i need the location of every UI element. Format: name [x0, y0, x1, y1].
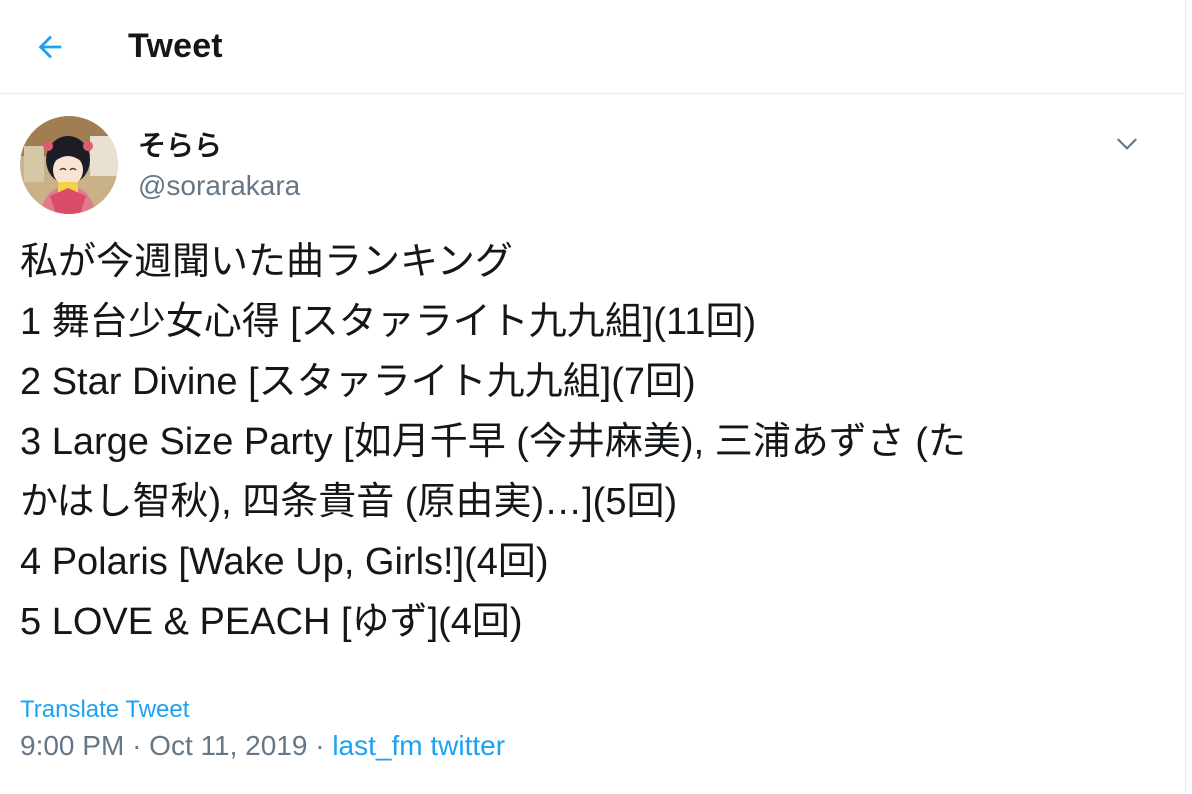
- tweet-line: 4 Polaris [Wake Up, Girls!](4回): [20, 541, 549, 583]
- more-options-button[interactable]: [1107, 124, 1147, 164]
- tweet-line: 私が今週聞いた曲ランキング: [20, 241, 513, 283]
- page-header: Tweet: [0, 0, 1185, 94]
- tweet-author: そらら @sorarakara: [20, 116, 1165, 216]
- tweet-page: Tweet そらら @sorarakara 私が今週聞いた曲ランキング 1 舞台…: [0, 0, 1186, 794]
- tweet-text: 私が今週聞いた曲ランキング 1 舞台少女心得 [スタァライト九九組](11回) …: [20, 232, 1170, 652]
- tweet-source-link[interactable]: last_fm twitter: [332, 730, 505, 761]
- page-title: Tweet: [128, 27, 223, 65]
- chevron-down-icon: [1117, 138, 1137, 150]
- avatar[interactable]: [20, 116, 118, 214]
- display-name[interactable]: そらら: [138, 128, 300, 164]
- back-button[interactable]: [20, 17, 80, 77]
- tweet-line: 1 舞台少女心得 [スタァライト九九組](11回): [20, 301, 757, 343]
- tweet-line: かはし智秋), 四条貴音 (原由実)…](5回): [20, 481, 678, 523]
- tweet-time[interactable]: 9:00 PM: [20, 730, 124, 761]
- meta-separator: ·: [132, 730, 142, 761]
- back-arrow-icon: [38, 35, 62, 58]
- meta-separator: ·: [315, 730, 325, 761]
- tweet-line: 2 Star Divine [スタァライト九九組](7回): [20, 361, 696, 403]
- author-names: そらら @sorarakara: [138, 128, 300, 204]
- tweet-line: 3 Large Size Party [如月千早 (今井麻美), 三浦あずさ (…: [20, 421, 966, 463]
- tweet-meta: 9:00 PM · Oct 11, 2019 · last_fm twitter: [20, 730, 505, 762]
- user-handle[interactable]: @sorarakara: [138, 168, 300, 204]
- translate-tweet-link[interactable]: Translate Tweet: [20, 696, 189, 724]
- tweet-line: 5 LOVE & PEACH [ゆず](4回): [20, 601, 523, 643]
- tweet-date[interactable]: Oct 11, 2019: [149, 730, 307, 761]
